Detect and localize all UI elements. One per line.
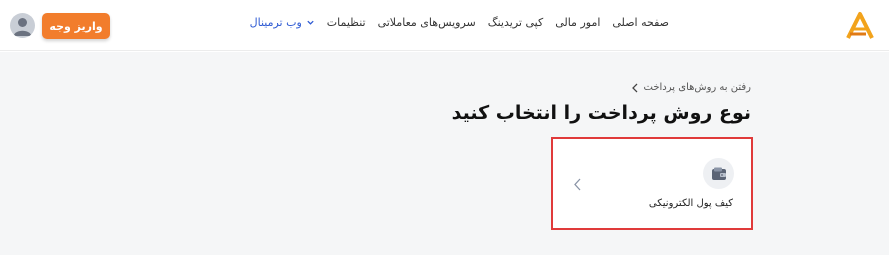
payment-method-label: کیف پول الکترونیکی: [648, 198, 733, 209]
chevron-left-icon: [574, 178, 581, 191]
wallet-icon: [703, 158, 734, 189]
main-nav: صفحه اصلی امور مالی کپی تریدینگ سرویس‌ها…: [250, 16, 669, 29]
user-avatar-icon[interactable]: [10, 13, 35, 38]
nav-web-terminal-label: وب ترمینال: [249, 16, 302, 29]
nav-settings[interactable]: تنظیمات: [327, 16, 366, 29]
top-header: صفحه اصلی امور مالی کپی تریدینگ سرویس‌ها…: [0, 0, 889, 51]
nav-web-terminal[interactable]: وب ترمینال: [250, 16, 315, 29]
back-link[interactable]: رفتن به روش‌های پرداخت: [631, 82, 751, 93]
brand-logo[interactable]: [845, 11, 875, 41]
payment-method-card-ewallet[interactable]: کیف پول الکترونیکی: [551, 137, 753, 230]
main-content: رفتن به روش‌های پرداخت نوع روش پرداخت را…: [0, 52, 889, 255]
nav-trading-services[interactable]: سرویس‌های معاملاتی: [378, 16, 476, 29]
chevron-left-icon: [631, 83, 637, 92]
back-link-label: رفتن به روش‌های پرداخت: [643, 82, 751, 93]
page-title: نوع روش پرداخت را انتخاب کنید: [451, 102, 751, 124]
nav-home[interactable]: صفحه اصلی: [612, 16, 669, 29]
nav-copy-trading[interactable]: کپی تریدینگ: [488, 16, 543, 29]
deposit-button[interactable]: واریز وجه: [42, 13, 110, 39]
nav-finance[interactable]: امور مالی: [555, 16, 600, 29]
chevron-down-icon: [307, 20, 314, 25]
